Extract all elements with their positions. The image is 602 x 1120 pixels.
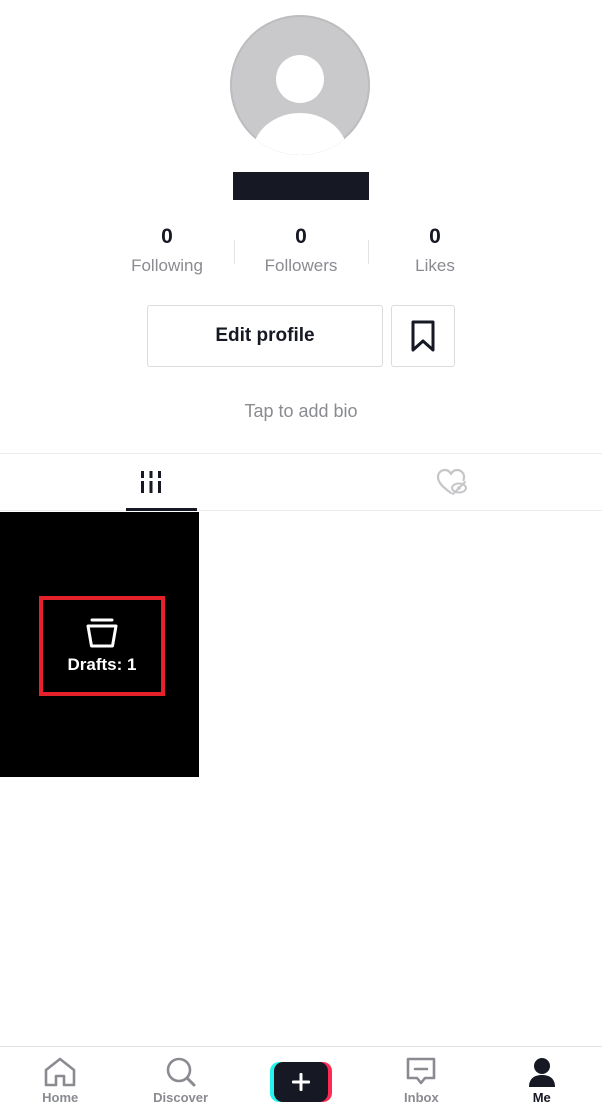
tab-liked[interactable]	[301, 454, 602, 510]
active-tab-indicator	[126, 508, 197, 511]
stat-likes[interactable]: 0 Likes	[368, 222, 502, 284]
stat-followers[interactable]: 0 Followers	[234, 222, 368, 284]
nav-me[interactable]: Me	[482, 1047, 602, 1120]
drafts-highlight-box: Drafts: 1	[39, 596, 165, 696]
nav-label: Discover	[153, 1090, 209, 1105]
nav-create[interactable]	[241, 1047, 361, 1120]
nav-inbox[interactable]: Inbox	[361, 1047, 481, 1120]
username-redacted	[233, 172, 369, 200]
nav-label: Me	[532, 1090, 551, 1105]
default-avatar-icon	[230, 15, 370, 155]
nav-label: Home	[42, 1090, 79, 1105]
create-button[interactable]	[269, 1062, 332, 1102]
drafts-count-label: Drafts: 1	[67, 655, 137, 674]
bottom-navigation: Home Discover Inbox Me	[0, 1046, 602, 1120]
inbox-icon	[407, 1057, 436, 1085]
stat-label: Likes	[415, 256, 455, 275]
nav-discover[interactable]: Discover	[120, 1047, 240, 1120]
nav-label: Inbox	[404, 1090, 439, 1105]
edit-profile-button[interactable]: Edit profile	[147, 305, 383, 367]
drafts-tile[interactable]: Drafts: 1	[0, 512, 199, 777]
add-bio-prompt[interactable]: Tap to add bio	[0, 398, 602, 424]
profile-icon	[528, 1058, 555, 1087]
profile-content-tabs	[0, 453, 602, 511]
liked-hidden-icon	[436, 468, 467, 495]
plus-icon	[291, 1073, 310, 1091]
stat-value: 0	[295, 225, 307, 248]
stat-value: 0	[429, 225, 441, 248]
stat-label: Followers	[264, 256, 338, 275]
drafts-icon	[86, 618, 118, 648]
stat-value: 0	[161, 225, 173, 248]
search-icon	[166, 1057, 196, 1087]
stat-following[interactable]: 0 Following	[100, 222, 234, 284]
tab-videos[interactable]	[0, 454, 301, 511]
stat-label: Following	[131, 256, 203, 275]
nav-home[interactable]: Home	[0, 1047, 120, 1120]
home-icon	[44, 1057, 76, 1087]
favorites-button[interactable]	[391, 305, 455, 367]
create-button-face	[273, 1062, 328, 1102]
grid-icon	[138, 471, 163, 493]
avatar[interactable]	[230, 15, 370, 155]
bookmark-icon	[411, 320, 435, 352]
profile-stats: 0 Following 0 Followers 0 Likes	[100, 222, 502, 284]
